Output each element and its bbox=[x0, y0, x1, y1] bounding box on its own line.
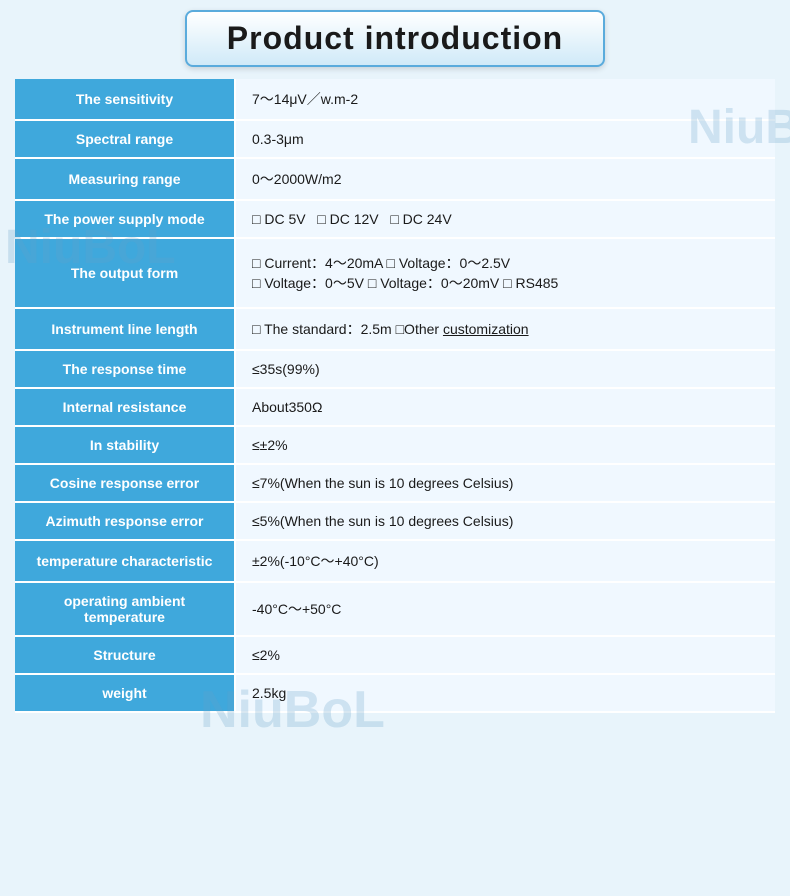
value-stability: ≤±2% bbox=[235, 426, 775, 464]
value-ambient: -40°C～+50°C bbox=[235, 582, 775, 636]
checkbox-dc5v: □ DC 5V bbox=[252, 211, 306, 227]
value-weight: 2.5kg bbox=[235, 674, 775, 712]
table-row: The sensitivity 7～14μV／w.m-2 bbox=[15, 79, 775, 120]
label-power: The power supply mode bbox=[15, 200, 235, 238]
table-row: weight 2.5kg bbox=[15, 674, 775, 712]
value-temp-char: ±2%(-10°C～+40°C) bbox=[235, 540, 775, 582]
value-power: □ DC 5V □ DC 12V □ DC 24V bbox=[235, 200, 775, 238]
label-resistance: Internal resistance bbox=[15, 388, 235, 426]
value-output: □ Current：4～20mA □ Voltage：0～2.5V □ Volt… bbox=[235, 238, 775, 308]
value-response: ≤35s(99%) bbox=[235, 350, 775, 388]
output-line2: □ Voltage：0～5V □ Voltage：0～20mV □ RS485 bbox=[252, 273, 759, 293]
table-row: Spectral range 0.3-3μm bbox=[15, 120, 775, 158]
page-title: Product introduction bbox=[227, 20, 563, 56]
value-instrument: □ The standard：2.5m □Other customization bbox=[235, 308, 775, 350]
label-instrument: Instrument line length bbox=[15, 308, 235, 350]
checkbox-dc24v: □ DC 24V bbox=[390, 211, 451, 227]
label-ambient: operating ambient temperature bbox=[15, 582, 235, 636]
value-structure: ≤2% bbox=[235, 636, 775, 674]
table-row: Internal resistance About350Ω bbox=[15, 388, 775, 426]
spec-table: The sensitivity 7～14μV／w.m-2 Spectral ra… bbox=[15, 79, 775, 713]
value-resistance: About350Ω bbox=[235, 388, 775, 426]
output-line1: □ Current：4～20mA □ Voltage：0～2.5V bbox=[252, 255, 510, 271]
value-azimuth: ≤5%(When the sun is 10 degrees Celsius) bbox=[235, 502, 775, 540]
customization-text: customization bbox=[443, 321, 529, 337]
table-row: operating ambient temperature -40°C～+50°… bbox=[15, 582, 775, 636]
label-response: The response time bbox=[15, 350, 235, 388]
label-structure: Structure bbox=[15, 636, 235, 674]
title-box: Product introduction bbox=[185, 10, 605, 67]
label-sensitivity: The sensitivity bbox=[15, 79, 235, 120]
checkbox-dc12v: □ DC 12V bbox=[317, 211, 378, 227]
label-cosine: Cosine response error bbox=[15, 464, 235, 502]
value-measuring: 0～2000W/m2 bbox=[235, 158, 775, 200]
table-row: temperature characteristic ±2%(-10°C～+40… bbox=[15, 540, 775, 582]
table-row: Cosine response error ≤7%(When the sun i… bbox=[15, 464, 775, 502]
label-weight: weight bbox=[15, 674, 235, 712]
value-spectral: 0.3-3μm bbox=[235, 120, 775, 158]
value-cosine: ≤7%(When the sun is 10 degrees Celsius) bbox=[235, 464, 775, 502]
table-row: The power supply mode □ DC 5V □ DC 12V □… bbox=[15, 200, 775, 238]
label-measuring: Measuring range bbox=[15, 158, 235, 200]
value-sensitivity: 7～14μV／w.m-2 bbox=[235, 79, 775, 120]
table-row: The response time ≤35s(99%) bbox=[15, 350, 775, 388]
label-temp-char: temperature characteristic bbox=[15, 540, 235, 582]
label-spectral: Spectral range bbox=[15, 120, 235, 158]
label-azimuth: Azimuth response error bbox=[15, 502, 235, 540]
table-row: Azimuth response error ≤5%(When the sun … bbox=[15, 502, 775, 540]
title-container: Product introduction bbox=[15, 10, 775, 67]
table-row: Structure ≤2% bbox=[15, 636, 775, 674]
table-row: In stability ≤±2% bbox=[15, 426, 775, 464]
table-row: Instrument line length □ The standard：2.… bbox=[15, 308, 775, 350]
page-wrapper: NiuBoL NiuB NiuBoL Product introduction … bbox=[0, 0, 790, 733]
table-row: Measuring range 0～2000W/m2 bbox=[15, 158, 775, 200]
label-output: The output form bbox=[15, 238, 235, 308]
table-row: The output form □ Current：4～20mA □ Volta… bbox=[15, 238, 775, 308]
label-stability: In stability bbox=[15, 426, 235, 464]
